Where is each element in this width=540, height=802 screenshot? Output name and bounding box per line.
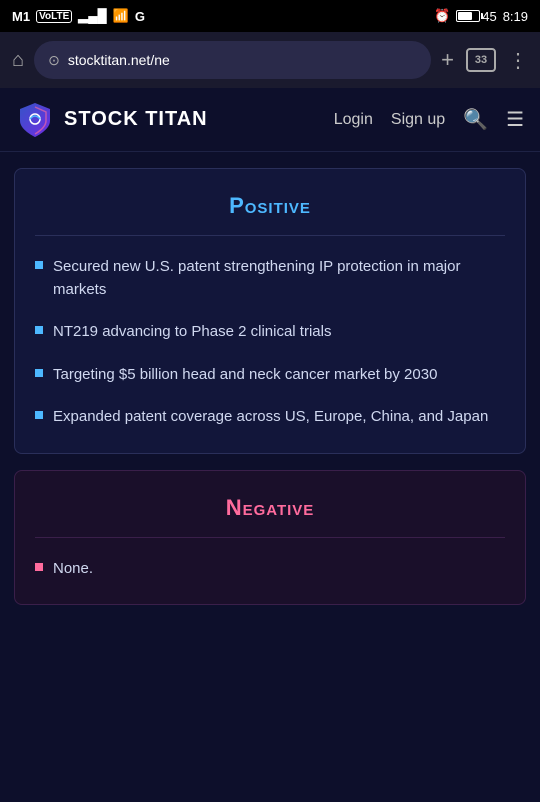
bullet-icon <box>35 326 43 334</box>
logo-icon <box>16 101 54 139</box>
wifi-icon: 📶 <box>113 8 129 24</box>
main-content: Positive Secured new U.S. patent strengt… <box>0 168 540 605</box>
bullet-icon <box>35 563 43 571</box>
nav-bar: STOCK TITAN Login Sign up 🔍 ☰ <box>0 88 540 152</box>
nav-links: Login Sign up 🔍 ☰ <box>334 107 524 132</box>
positive-title: Positive <box>35 193 505 219</box>
volte-badge: VoLTE <box>36 10 72 23</box>
list-item: Secured new U.S. patent strengthening IP… <box>35 256 505 301</box>
browser-actions: + 33 ⋮ <box>441 47 528 73</box>
bullet-icon <box>35 261 43 269</box>
negative-section: Negative None. <box>14 470 526 606</box>
signup-button[interactable]: Sign up <box>391 111 445 129</box>
positive-section: Positive Secured new U.S. patent strengt… <box>14 168 526 454</box>
home-icon[interactable]: ⌂ <box>12 49 24 72</box>
alarm-icon: ⏰ <box>434 8 450 24</box>
negative-bullet-list: None. <box>35 558 505 581</box>
browser-chrome: ⌂ ⊙ stocktitan.net/ne + 33 ⋮ <box>0 32 540 88</box>
negative-divider <box>35 537 505 538</box>
logo-text: STOCK TITAN <box>64 108 208 131</box>
url-bar[interactable]: ⊙ stocktitan.net/ne <box>34 41 431 79</box>
browser-menu-button[interactable]: ⋮ <box>508 48 528 73</box>
status-right: ⏰ 45 8:19 <box>434 8 528 24</box>
list-item: Targeting $5 billion head and neck cance… <box>35 364 505 387</box>
status-bar: M1 VoLTE ▂▄█ 📶 G ⏰ 45 8:19 <box>0 0 540 32</box>
list-item: NT219 advancing to Phase 2 clinical tria… <box>35 321 505 344</box>
status-left: M1 VoLTE ▂▄█ 📶 G <box>12 8 145 24</box>
security-icon: ⊙ <box>48 52 60 69</box>
new-tab-button[interactable]: + <box>441 47 454 73</box>
bullet-icon <box>35 369 43 377</box>
g-icon: G <box>135 9 145 24</box>
positive-bullet-list: Secured new U.S. patent strengthening IP… <box>35 256 505 429</box>
login-button[interactable]: Login <box>334 111 373 129</box>
negative-title: Negative <box>35 495 505 521</box>
battery-icon <box>456 10 480 22</box>
positive-divider <box>35 235 505 236</box>
logo: STOCK TITAN <box>16 101 334 139</box>
bullet-text: NT219 advancing to Phase 2 clinical tria… <box>53 321 331 344</box>
bullet-text: None. <box>53 558 93 581</box>
list-item: None. <box>35 558 505 581</box>
search-button[interactable]: 🔍 <box>463 107 488 132</box>
url-text: stocktitan.net/ne <box>68 52 417 68</box>
battery: 45 <box>456 9 496 24</box>
carrier-label: M1 <box>12 9 30 24</box>
bullet-text: Secured new U.S. patent strengthening IP… <box>53 256 505 301</box>
menu-button[interactable]: ☰ <box>506 107 524 132</box>
tabs-button[interactable]: 33 <box>466 48 496 72</box>
bullet-text: Targeting $5 billion head and neck cance… <box>53 364 437 387</box>
battery-fill <box>458 12 472 20</box>
time-display: 8:19 <box>503 9 528 24</box>
list-item: Expanded patent coverage across US, Euro… <box>35 406 505 429</box>
battery-pct: 45 <box>482 9 496 24</box>
bullet-icon <box>35 411 43 419</box>
bullet-text: Expanded patent coverage across US, Euro… <box>53 406 488 429</box>
signal-icon: ▂▄█ <box>78 8 106 24</box>
